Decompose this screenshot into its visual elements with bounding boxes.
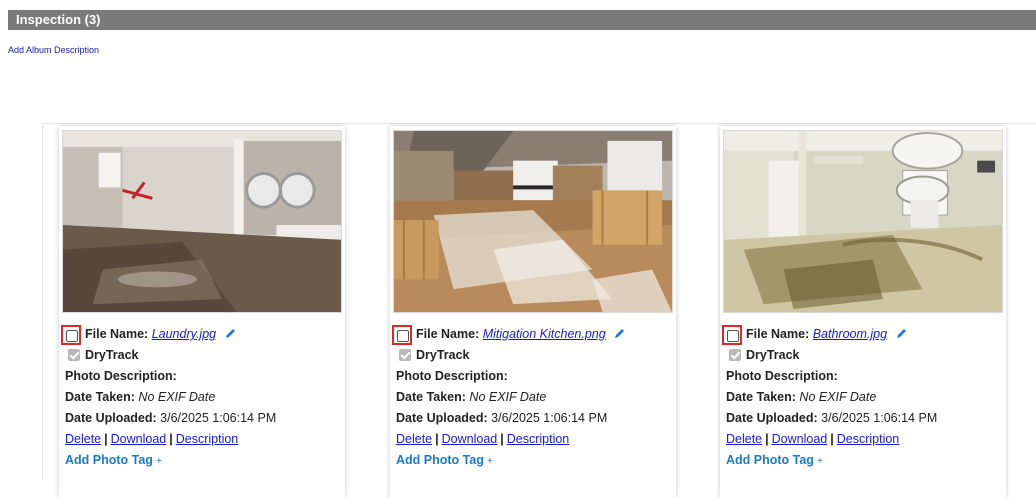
download-link[interactable]: Download: [111, 432, 167, 446]
date-taken-row: Date Taken: No EXIF Date: [396, 387, 672, 408]
photo-card: File Name: Bathroom.jpg DryTrack Photo D…: [720, 126, 1006, 498]
date-taken-value: No EXIF Date: [138, 390, 216, 404]
date-taken-row: Date Taken: No EXIF Date: [65, 387, 341, 408]
description-link[interactable]: Description: [507, 432, 570, 446]
file-name-label: File Name:: [746, 327, 810, 341]
photo-info: File Name: Mitigation Kitchen.png DryTra…: [392, 324, 672, 471]
select-photo-checkbox[interactable]: [722, 325, 742, 345]
file-name-row: File Name: Bathroom.jpg: [722, 324, 1002, 346]
add-photo-tag-link[interactable]: Add Photo Tag: [726, 453, 814, 467]
description-link[interactable]: Description: [176, 432, 239, 446]
drytrack-label: DryTrack: [416, 348, 470, 362]
date-taken-value: No EXIF Date: [469, 390, 547, 404]
date-taken-row: Date Taken: No EXIF Date: [726, 387, 1002, 408]
date-uploaded-label: Date Uploaded:: [396, 411, 488, 425]
date-uploaded-value: 3/6/2025 1:06:14 PM: [821, 411, 938, 425]
plus-icon: +: [486, 456, 493, 467]
separator: |: [169, 432, 173, 446]
photo-description-label: Photo Description:: [396, 369, 508, 383]
photo-description-row: Photo Description:: [726, 366, 1002, 387]
plus-icon: +: [816, 456, 823, 467]
album-title: Inspection (3): [16, 12, 101, 27]
date-uploaded-value: 3/6/2025 1:06:14 PM: [160, 411, 277, 425]
photo-actions-row: Delete | Download | Description: [65, 429, 341, 450]
photo-info: File Name: Laundry.jpg DryTrack Photo De…: [61, 324, 341, 471]
plus-icon: +: [155, 456, 162, 467]
checkbox-icon: [397, 330, 409, 342]
date-taken-label: Date Taken:: [65, 390, 135, 404]
checkbox-icon: [727, 330, 739, 342]
drytrack-label: DryTrack: [746, 348, 800, 362]
date-uploaded-row: Date Uploaded: 3/6/2025 1:06:14 PM: [65, 408, 341, 429]
file-name-link[interactable]: Bathroom.jpg: [813, 327, 887, 341]
photo-card: File Name: Laundry.jpg DryTrack Photo De…: [59, 126, 345, 498]
delete-link[interactable]: Delete: [726, 432, 762, 446]
drytrack-label: DryTrack: [85, 348, 139, 362]
photo-description-row: Photo Description:: [65, 366, 341, 387]
pencil-icon[interactable]: [614, 325, 625, 346]
pencil-icon[interactable]: [896, 325, 907, 346]
file-name-label: File Name:: [416, 327, 480, 341]
photo-card: File Name: Mitigation Kitchen.png DryTra…: [390, 126, 676, 498]
separator: |: [104, 432, 108, 446]
laundry-photo: [63, 131, 341, 312]
drytrack-row: DryTrack: [396, 345, 672, 366]
file-name-link[interactable]: Laundry.jpg: [152, 327, 216, 341]
photo-info: File Name: Bathroom.jpg DryTrack Photo D…: [722, 324, 1002, 471]
kitchen-photo: [394, 131, 672, 312]
date-uploaded-label: Date Uploaded:: [726, 411, 818, 425]
drytrack-checkbox[interactable]: [399, 349, 411, 361]
photo-thumbnail[interactable]: [393, 130, 673, 313]
file-name-row: File Name: Mitigation Kitchen.png: [392, 324, 672, 346]
add-photo-tag-row: Add Photo Tag +: [726, 450, 1002, 471]
date-taken-value: No EXIF Date: [799, 390, 877, 404]
add-photo-tag-link[interactable]: Add Photo Tag: [65, 453, 153, 467]
drytrack-row: DryTrack: [65, 345, 341, 366]
add-album-description-link[interactable]: Add Album Description: [8, 45, 99, 55]
date-uploaded-row: Date Uploaded: 3/6/2025 1:06:14 PM: [726, 408, 1002, 429]
photo-thumbnail[interactable]: [723, 130, 1003, 313]
select-photo-checkbox[interactable]: [61, 325, 81, 345]
date-taken-label: Date Taken:: [726, 390, 796, 404]
add-photo-tag-link[interactable]: Add Photo Tag: [396, 453, 484, 467]
download-link[interactable]: Download: [442, 432, 498, 446]
checkbox-icon: [66, 330, 78, 342]
drytrack-row: DryTrack: [726, 345, 1002, 366]
date-uploaded-value: 3/6/2025 1:06:14 PM: [491, 411, 608, 425]
date-uploaded-row: Date Uploaded: 3/6/2025 1:06:14 PM: [396, 408, 672, 429]
delete-link[interactable]: Delete: [65, 432, 101, 446]
add-photo-tag-row: Add Photo Tag +: [396, 450, 672, 471]
drytrack-checkbox[interactable]: [68, 349, 80, 361]
file-name-row: File Name: Laundry.jpg: [61, 324, 341, 346]
file-name-link[interactable]: Mitigation Kitchen.png: [483, 327, 606, 341]
pencil-icon[interactable]: [225, 325, 236, 346]
add-photo-tag-row: Add Photo Tag +: [65, 450, 341, 471]
delete-link[interactable]: Delete: [396, 432, 432, 446]
select-photo-checkbox[interactable]: [392, 325, 412, 345]
file-name-label: File Name:: [85, 327, 149, 341]
description-link[interactable]: Description: [837, 432, 900, 446]
download-link[interactable]: Download: [772, 432, 828, 446]
bathroom-photo: [724, 131, 1002, 312]
drytrack-checkbox[interactable]: [729, 349, 741, 361]
photo-gallery: File Name: Laundry.jpg DryTrack Photo De…: [42, 123, 1036, 498]
photo-thumbnail[interactable]: [62, 130, 342, 313]
album-header: Inspection (3): [8, 10, 1036, 30]
photo-description-label: Photo Description:: [65, 369, 177, 383]
photo-actions-row: Delete | Download | Description: [726, 429, 1002, 450]
date-uploaded-label: Date Uploaded:: [65, 411, 157, 425]
separator: |: [830, 432, 834, 446]
separator: |: [435, 432, 439, 446]
separator: |: [765, 432, 769, 446]
separator: |: [500, 432, 504, 446]
photo-description-label: Photo Description:: [726, 369, 838, 383]
photo-description-row: Photo Description:: [396, 366, 672, 387]
photo-actions-row: Delete | Download | Description: [396, 429, 672, 450]
date-taken-label: Date Taken:: [396, 390, 466, 404]
